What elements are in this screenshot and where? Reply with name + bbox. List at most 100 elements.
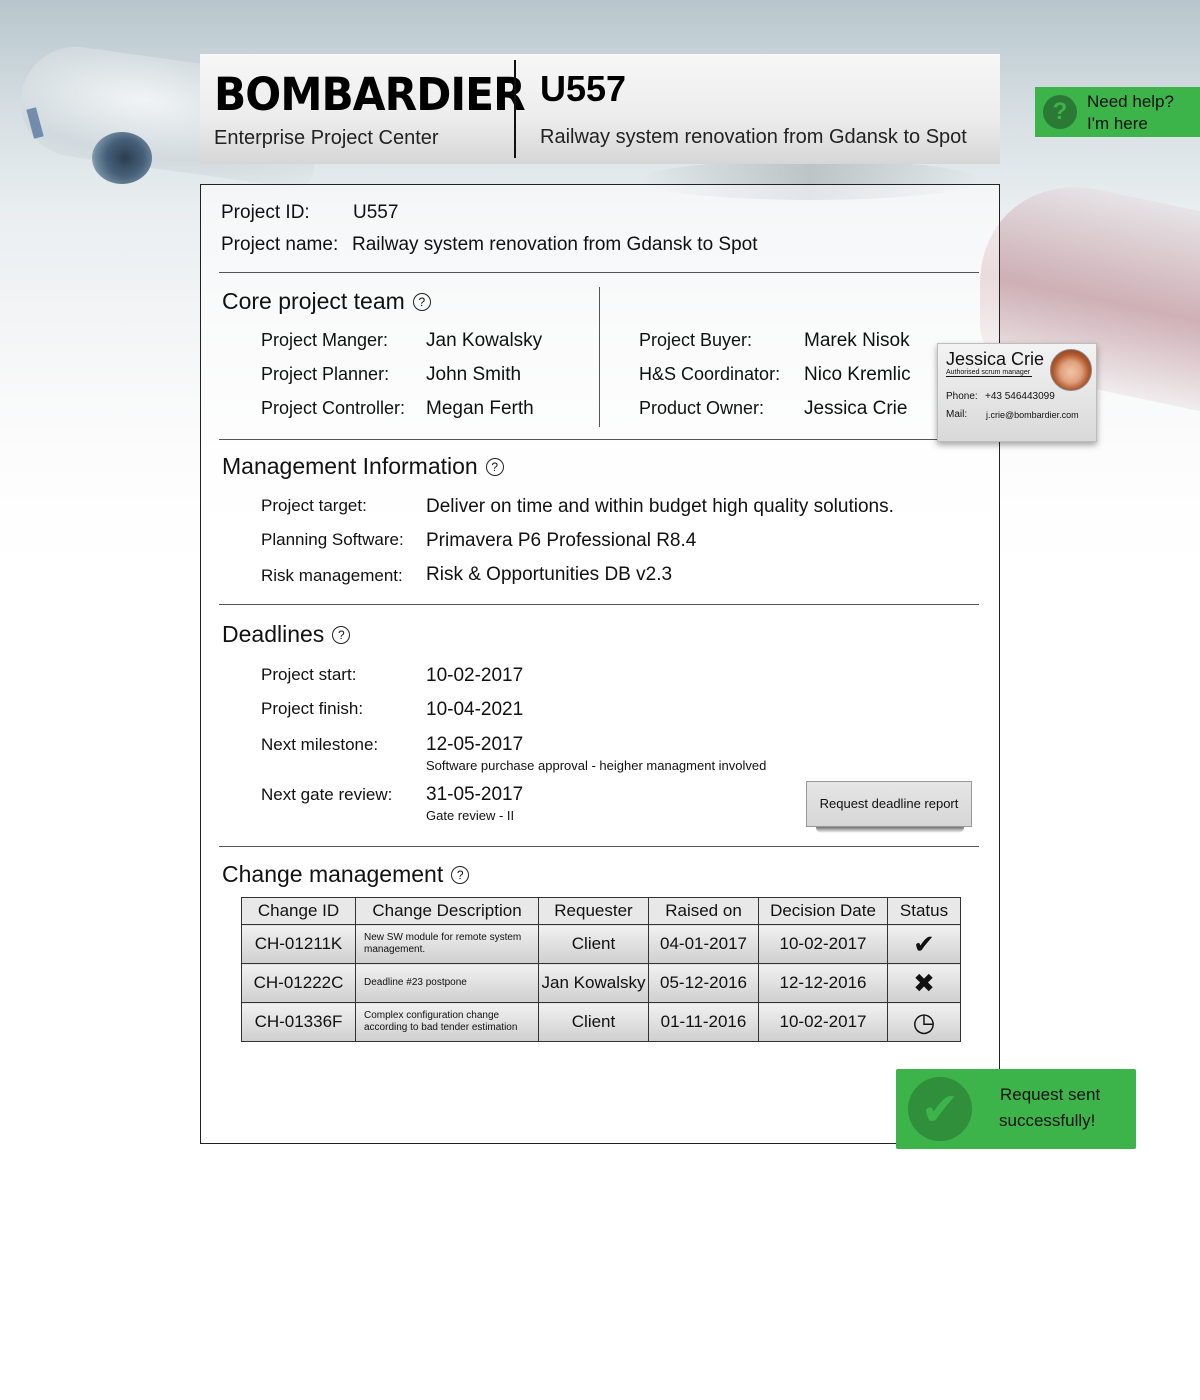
phone-value[interactable]: +43 546443099 bbox=[985, 391, 1055, 402]
requester-cell: Jan Kowalsky bbox=[538, 963, 649, 1003]
product-owner-link[interactable]: Jessica Crie bbox=[804, 398, 907, 420]
project-id-label: Project ID: bbox=[221, 202, 310, 223]
section-divider bbox=[219, 604, 979, 605]
change-description-cell: Complex configuration change according t… bbox=[355, 1002, 539, 1042]
project-code: U557 bbox=[540, 68, 627, 109]
team-label: Product Owner: bbox=[639, 398, 765, 418]
change-description-cell: New SW module for remote system manageme… bbox=[355, 924, 539, 964]
deadlines-title: Deadlines? bbox=[222, 621, 351, 648]
management-value: Risk & Opportunities DB v2.3 bbox=[426, 564, 673, 585]
mail-label: Mail: bbox=[946, 409, 968, 420]
team-label: Project Buyer: bbox=[639, 330, 753, 350]
question-mark-icon[interactable]: ? bbox=[332, 626, 351, 644]
core-team-title-text: Core project team bbox=[222, 288, 405, 314]
avatar bbox=[1050, 349, 1092, 391]
team-label: Project Manger: bbox=[261, 330, 389, 350]
phone-label: Phone: bbox=[946, 391, 978, 402]
team-value: John Smith bbox=[426, 364, 522, 385]
column-header[interactable]: Change ID bbox=[241, 897, 356, 925]
core-team-title: Core project team? bbox=[222, 288, 431, 315]
team-label: Project Planner: bbox=[261, 364, 390, 384]
brand-logo[interactable]: BOMBARDIER bbox=[214, 68, 526, 121]
section-divider bbox=[219, 272, 979, 273]
table-row[interactable]: CH-01222C Deadline #23 postpone Jan Kowa… bbox=[241, 963, 961, 1003]
requester-cell: Client bbox=[538, 1002, 649, 1042]
deadline-value: 12-05-2017 bbox=[426, 734, 524, 755]
header-divider bbox=[514, 60, 516, 158]
column-header[interactable]: Change Description bbox=[355, 897, 539, 925]
deadline-label: Project finish: bbox=[261, 699, 364, 718]
project-name-label: Project name: bbox=[221, 234, 339, 255]
change-description-cell: Deadline #23 postpone bbox=[355, 963, 539, 1003]
column-header[interactable]: Requester bbox=[538, 897, 649, 925]
table-row[interactable]: CH-01211K New SW module for remote syste… bbox=[241, 924, 961, 964]
deadline-label: Project start: bbox=[261, 665, 357, 684]
management-value: Deliver on time and within budget high q… bbox=[426, 496, 894, 517]
column-header[interactable]: Raised on bbox=[648, 897, 759, 925]
management-title-text: Management Information bbox=[222, 453, 478, 479]
decision-date-cell: 10-02-2017 bbox=[758, 1002, 888, 1042]
management-value: Primavera P6 Professional R8.4 bbox=[426, 530, 697, 551]
project-name-value: Railway system renovation from Gdansk to… bbox=[352, 234, 758, 255]
deadline-value: 31-05-2017 bbox=[426, 784, 524, 805]
table-row[interactable]: CH-01336F Complex configuration change a… bbox=[241, 1002, 961, 1042]
change-mgmt-title: Change management? bbox=[222, 861, 470, 888]
team-value: Jan Kowalsky bbox=[426, 330, 543, 351]
toast-line2: successfully! bbox=[999, 1111, 1096, 1130]
deadline-value: 10-02-2017 bbox=[426, 665, 524, 686]
deadlines-title-text: Deadlines bbox=[222, 621, 325, 647]
deadline-label: Next milestone: bbox=[261, 735, 379, 754]
request-deadline-report-button[interactable]: Request deadline report bbox=[806, 781, 972, 827]
team-label: Project Controller: bbox=[261, 398, 406, 418]
change-id-cell: CH-01222C bbox=[241, 963, 356, 1003]
help-widget[interactable]: ? Need help? I'm here bbox=[1035, 87, 1200, 137]
question-mark-icon[interactable]: ? bbox=[451, 866, 470, 884]
help-icon: ? bbox=[1043, 95, 1077, 129]
team-value: Megan Ferth bbox=[426, 398, 534, 419]
raised-on-cell: 01-11-2016 bbox=[648, 1002, 759, 1042]
change-id-cell: CH-01336F bbox=[241, 1002, 356, 1042]
question-mark-icon[interactable]: ? bbox=[485, 458, 504, 476]
column-header[interactable]: Status bbox=[887, 897, 961, 925]
project-card: Project ID: U557 Project name: Railway s… bbox=[200, 184, 1000, 1144]
change-mgmt-title-text: Change management bbox=[222, 861, 444, 887]
change-id-cell: CH-01211K bbox=[241, 924, 356, 964]
deadline-label: Next gate review: bbox=[261, 785, 393, 804]
help-text-line2: I'm here bbox=[1087, 114, 1148, 133]
airplane-engine bbox=[92, 132, 152, 184]
check-icon: ✔ bbox=[887, 924, 961, 964]
management-label: Project target: bbox=[261, 496, 367, 515]
management-label: Planning Software: bbox=[261, 530, 404, 549]
app-subtitle: Enterprise Project Center bbox=[214, 127, 439, 149]
contact-role: Authorised scrum manager bbox=[946, 369, 1033, 377]
question-mark-icon[interactable]: ? bbox=[412, 293, 431, 311]
contact-name: Jessica Crie bbox=[946, 349, 1045, 369]
help-text-line1: Need help? bbox=[1087, 92, 1174, 111]
column-header[interactable]: Decision Date bbox=[758, 897, 888, 925]
cross-icon: ✖ bbox=[887, 963, 961, 1003]
milestone-note: Software purchase approval - heigher man… bbox=[426, 758, 767, 773]
success-toast: ✔ Request sent successfully! bbox=[896, 1069, 1136, 1149]
gate-note: Gate review - II bbox=[426, 808, 515, 823]
team-value: Marek Nisok bbox=[804, 330, 910, 351]
requester-cell: Client bbox=[538, 924, 649, 964]
decision-date-cell: 12-12-2016 bbox=[758, 963, 888, 1003]
deadline-value: 10-04-2021 bbox=[426, 699, 524, 720]
section-divider bbox=[219, 439, 979, 440]
project-id-value: U557 bbox=[353, 202, 399, 223]
change-table: Change ID Change Description Requester R… bbox=[241, 897, 961, 1042]
toast-line1: Request sent bbox=[1000, 1085, 1101, 1104]
project-title: Railway system renovation from Gdansk to… bbox=[540, 126, 967, 148]
section-divider bbox=[219, 846, 979, 847]
decision-date-cell: 10-02-2017 bbox=[758, 924, 888, 964]
clock-icon: ◷ bbox=[887, 1002, 961, 1042]
column-divider bbox=[599, 287, 600, 427]
checkmark-icon: ✔ bbox=[908, 1077, 972, 1141]
management-title: Management Information? bbox=[222, 453, 504, 480]
table-header-row: Change ID Change Description Requester R… bbox=[241, 897, 961, 925]
contact-card[interactable]: Jessica Crie Authorised scrum manager Ph… bbox=[937, 343, 1097, 442]
team-label: H&S Coordinator: bbox=[639, 364, 781, 384]
header: BOMBARDIER Enterprise Project Center U55… bbox=[200, 54, 1000, 164]
mail-link[interactable]: j.crie@bombardier.com bbox=[986, 410, 1079, 420]
team-value: Nico Kremlic bbox=[804, 364, 911, 385]
